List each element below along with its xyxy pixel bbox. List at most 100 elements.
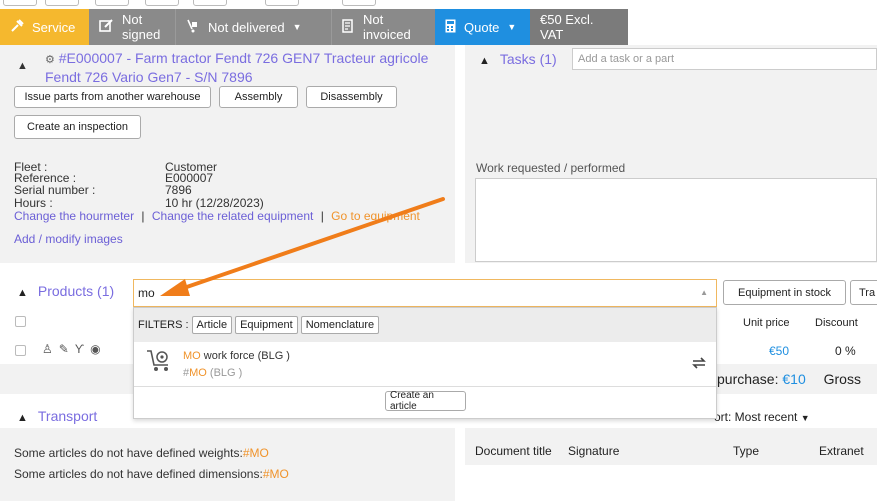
caret-down-icon: ▼ xyxy=(507,22,517,32)
person-icon[interactable]: ♙ xyxy=(42,342,59,356)
result-sub-highlight: MO xyxy=(189,367,207,379)
caret-down-icon: ▼ xyxy=(292,22,302,32)
issue-parts-button[interactable]: Issue parts from another warehouse xyxy=(14,86,211,108)
change-hourmeter-link[interactable]: Change the hourmeter xyxy=(14,209,134,223)
work-requested-textarea[interactable] xyxy=(475,178,877,262)
serial-label: Serial number : xyxy=(14,183,96,197)
filter-bar: FILTERS : Article Equipment Nomenclature xyxy=(134,308,716,342)
filters-label: FILTERS : xyxy=(138,319,189,331)
status-quote[interactable]: Quote ▼ xyxy=(435,9,530,45)
link-separator: | xyxy=(141,209,145,223)
cart-gear-icon xyxy=(146,348,174,377)
wrench-icon[interactable]: ✎ xyxy=(59,342,75,356)
status-not-invoiced-label: Not invoiced xyxy=(363,12,411,42)
swap-icon[interactable] xyxy=(692,357,706,372)
status-not-delivered[interactable]: Not delivered ▼ xyxy=(175,9,331,45)
row-icons: ♙✎Ƴ◉ xyxy=(42,342,107,356)
disassembly-button[interactable]: Disassembly xyxy=(306,86,397,108)
col-extranet: Extranet xyxy=(819,444,864,458)
top-button-1[interactable] xyxy=(3,0,37,6)
calculator-icon xyxy=(445,19,456,36)
result-sub-rest: (BLG ) xyxy=(206,367,243,379)
serial-value: 7896 xyxy=(165,183,192,197)
product-search-input[interactable]: mo ▲ xyxy=(133,279,717,307)
go-to-equipment-link[interactable]: Go to equipment xyxy=(331,209,420,223)
task-input[interactable]: Add a task or a part xyxy=(572,48,877,70)
transport-title-text: Transport xyxy=(37,408,98,424)
gross-label: Gross xyxy=(823,371,861,387)
wrench-icon xyxy=(10,18,24,36)
row-discount[interactable]: 0 % xyxy=(835,344,856,358)
status-not-signed[interactable]: Not signed xyxy=(89,9,175,45)
equipment-links: Change the hourmeter | Change the relate… xyxy=(14,209,420,223)
hand-truck-icon xyxy=(186,19,200,36)
create-inspection-button[interactable]: Create an inspection xyxy=(14,115,141,139)
transport-weights-warning: Some articles do not have defined weight… xyxy=(14,446,269,460)
equipment-title-text: #E000007 - Farm tractor Fendt 726 GEN7 T… xyxy=(45,50,429,85)
tasks-title-text: Tasks (1) xyxy=(499,51,557,67)
status-service-label: Service xyxy=(32,19,76,35)
weights-code-link[interactable]: #MO xyxy=(243,446,269,460)
dimensions-text: Some articles do not have defined dimens… xyxy=(14,467,263,481)
dropdown-divider xyxy=(134,386,716,387)
top-button-6[interactable] xyxy=(265,0,299,6)
collapse-triangle-icon: ▲ xyxy=(17,412,28,424)
collapse-triangle-icon[interactable]: ▲ xyxy=(17,60,28,72)
result-name: work force (BLG ) xyxy=(200,350,290,362)
status-amount-label: €50 Excl. VAT xyxy=(540,12,594,42)
transport-panel xyxy=(0,428,455,501)
filter-article[interactable]: Article xyxy=(191,316,233,334)
tractor-icon: ⚙ xyxy=(45,54,55,66)
col-discount: Discount xyxy=(815,317,858,329)
status-bar: Service Not signed Not delivered ▼ Not i… xyxy=(0,9,628,45)
top-button-3[interactable] xyxy=(95,0,129,6)
hours-value: 10 hr (12/28/2023) xyxy=(165,196,264,210)
row-unit-price[interactable]: €50 xyxy=(769,344,789,358)
status-not-delivered-label: Not delivered xyxy=(208,19,285,35)
products-title-text: Products (1) xyxy=(37,283,115,299)
top-button-5[interactable] xyxy=(193,0,227,6)
product-search-value: mo xyxy=(138,286,155,300)
status-service[interactable]: Service xyxy=(0,9,89,45)
purchase-summary: purchase: €10 Gross xyxy=(717,371,861,387)
change-related-equipment-link[interactable]: Change the related equipment xyxy=(152,209,313,223)
combo-caret-icon: ▲ xyxy=(700,288,708,297)
products-title[interactable]: ▲ Products (1) xyxy=(17,283,114,299)
top-button-2[interactable] xyxy=(45,0,79,6)
result-highlight: MO xyxy=(183,350,201,362)
result-item[interactable]: MO work force (BLG ) xyxy=(183,350,290,362)
fork-icon[interactable]: Ƴ xyxy=(75,342,90,356)
collapse-triangle-icon: ▲ xyxy=(479,55,490,67)
hours-label: Hours : xyxy=(14,196,53,210)
work-requested-label: Work requested / performed xyxy=(476,161,626,175)
transport-dimensions-warning: Some articles do not have defined dimens… xyxy=(14,467,289,481)
filter-nomenclature[interactable]: Nomenclature xyxy=(300,316,380,334)
create-article-button[interactable]: Create an article xyxy=(385,390,466,412)
sort-dropdown[interactable]: ort: Most recent ▼ xyxy=(714,410,810,424)
status-not-invoiced[interactable]: Not invoiced xyxy=(331,9,435,45)
purchase-label: purchase: xyxy=(717,371,779,387)
weights-text: Some articles do not have defined weight… xyxy=(14,446,243,460)
status-quote-label: Quote xyxy=(464,19,500,35)
equipment-title[interactable]: ⚙ #E000007 - Farm tractor Fendt 726 GEN7… xyxy=(45,50,445,86)
filter-equipment[interactable]: Equipment xyxy=(235,316,298,334)
result-subtext: #MO (BLG ) xyxy=(183,367,242,379)
row-checkbox[interactable] xyxy=(15,345,26,356)
status-amount: €50 Excl. VAT xyxy=(530,9,628,45)
col-signature: Signature xyxy=(568,444,620,458)
eye-icon[interactable]: ◉ xyxy=(90,342,106,356)
top-button-4[interactable] xyxy=(145,0,179,6)
add-images-link[interactable]: Add / modify images xyxy=(14,232,123,246)
invoice-icon xyxy=(342,18,355,36)
assembly-button[interactable]: Assembly xyxy=(219,86,298,108)
tasks-title[interactable]: ▲ Tasks (1) xyxy=(479,51,557,67)
product-search-dropdown: FILTERS : Article Equipment Nomenclature… xyxy=(133,307,717,419)
top-button-7[interactable] xyxy=(342,0,376,6)
pen-icon xyxy=(99,18,114,36)
col-unit-price: Unit price xyxy=(743,317,790,329)
select-all-checkbox[interactable] xyxy=(15,316,26,327)
equipment-in-stock-button[interactable]: Equipment in stock xyxy=(723,280,846,305)
dimensions-code-link[interactable]: #MO xyxy=(263,467,289,481)
tra-button[interactable]: Tra xyxy=(850,280,877,305)
transport-title[interactable]: ▲ Transport xyxy=(17,408,97,424)
